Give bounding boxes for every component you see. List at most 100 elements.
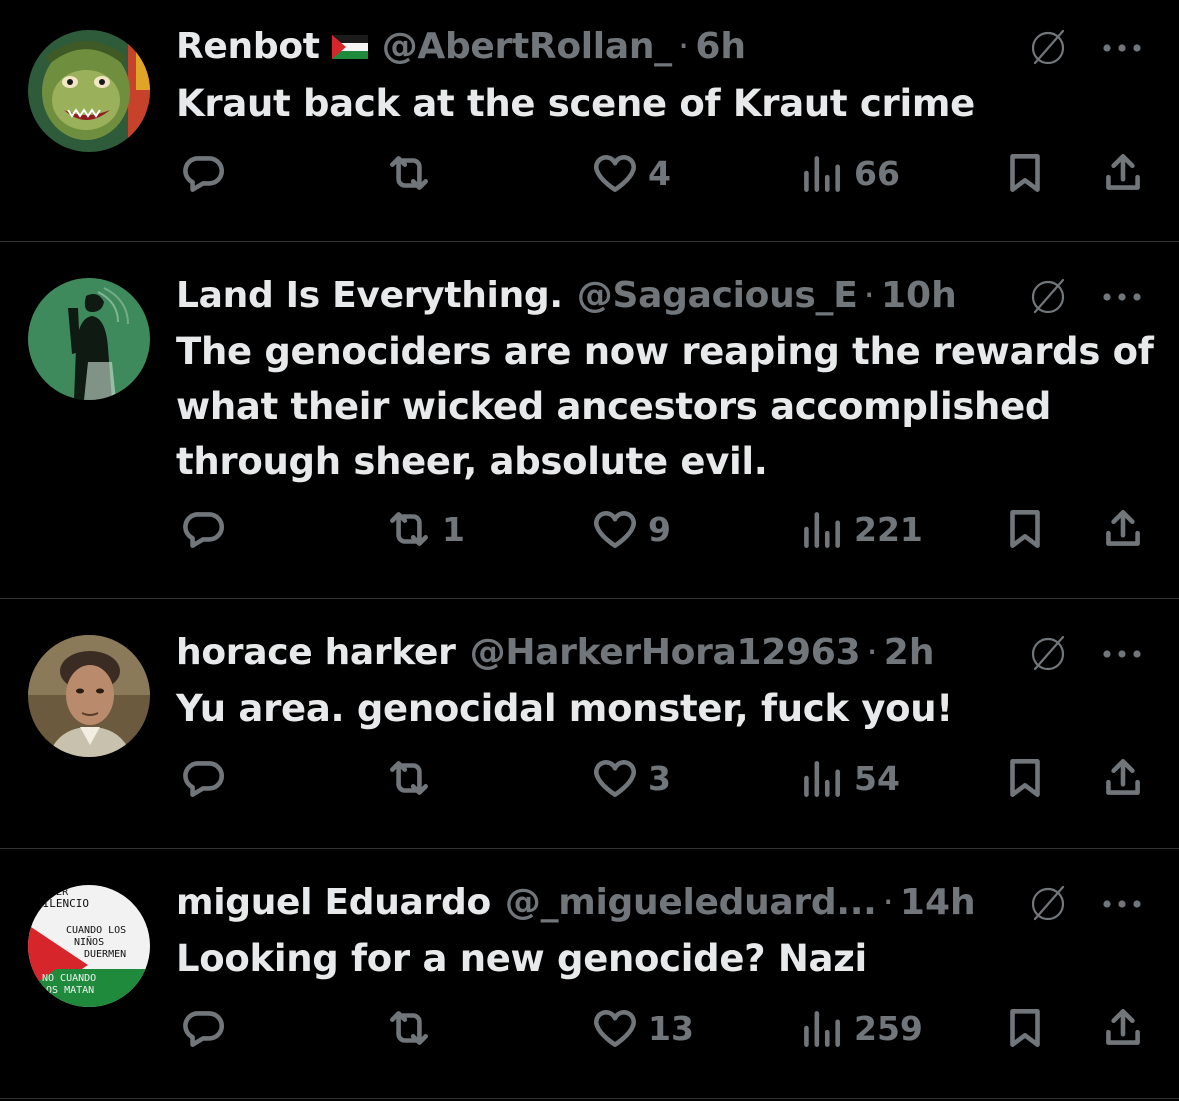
bookmark-button[interactable] (1000, 504, 1050, 554)
user-handle[interactable]: @_migueleduard... (505, 876, 877, 930)
reply-button[interactable] (178, 753, 236, 803)
display-name[interactable]: Renbot (176, 20, 320, 74)
reply-text-line: The genociders are now reaping the rewar… (176, 330, 1154, 373)
views-icon (804, 512, 840, 548)
share-button[interactable] (1098, 753, 1148, 803)
user-handle[interactable]: @HarkerHora12963 (470, 626, 861, 680)
separator-dot: · (866, 632, 878, 673)
reply-button[interactable] (178, 504, 236, 554)
separator-dot: · (677, 26, 690, 67)
reply-miguel-eduardo[interactable]: HACER SILENCIO CUANDO LOS NIÑOS DUERMEN … (0, 849, 1179, 1101)
grok-icon[interactable] (1025, 881, 1071, 927)
share-icon (1106, 510, 1140, 546)
repost-icon (390, 156, 428, 190)
repost-button[interactable] (384, 148, 442, 198)
display-name[interactable]: miguel Eduardo (176, 876, 491, 930)
heart-icon (594, 760, 636, 797)
repost-icon (390, 1011, 428, 1045)
avatar-text: DUERMEN (84, 949, 126, 960)
bookmark-icon (1010, 1009, 1040, 1047)
timestamp[interactable]: 10h (881, 269, 957, 323)
timestamp[interactable]: 14h (900, 876, 976, 930)
user-handle[interactable]: @Sagacious_E (577, 269, 858, 323)
reply-icon (183, 1011, 225, 1047)
reply-horace-harker[interactable]: horace harker @HarkerHora12963 · 2h Yu a… (0, 599, 1179, 848)
share-button[interactable] (1098, 504, 1148, 554)
bookmark-button[interactable] (1000, 148, 1050, 198)
action-bar: 4 66 (0, 148, 1179, 208)
grok-icon[interactable] (1025, 274, 1071, 320)
reply-icon (183, 512, 225, 548)
avatar[interactable] (28, 635, 150, 757)
avatar[interactable] (28, 30, 150, 152)
share-button[interactable] (1098, 148, 1148, 198)
repost-button[interactable] (384, 753, 442, 803)
reply-text-line: what their wicked ancestors accomplished (176, 385, 1052, 428)
avatar-text: CUANDO LOS (66, 925, 126, 936)
user-handle[interactable]: @AbertRollan_ (382, 20, 672, 74)
like-count: 13 (648, 1008, 694, 1048)
repost-icon (390, 761, 428, 795)
view-count: 54 (854, 758, 900, 798)
repost-button[interactable]: 1 (384, 504, 465, 554)
timestamp[interactable]: 2h (884, 626, 935, 680)
views-icon (804, 761, 840, 797)
views-icon (804, 1011, 840, 1047)
like-button[interactable]: 13 (590, 1003, 694, 1053)
share-icon (1106, 154, 1140, 190)
grok-icon[interactable] (1025, 25, 1071, 71)
reply-icon (183, 156, 225, 192)
view-count: 259 (854, 1008, 923, 1048)
view-count: 66 (854, 153, 900, 193)
more-icon[interactable] (1097, 894, 1147, 914)
reply-button[interactable] (178, 148, 236, 198)
views-button[interactable]: 259 (796, 1003, 923, 1053)
reply-icon (183, 761, 225, 797)
like-button[interactable]: 3 (590, 753, 671, 803)
grok-icon[interactable] (1025, 631, 1071, 677)
like-count: 3 (648, 758, 671, 798)
avatar-text: LOS MATAN (40, 985, 94, 996)
views-button[interactable]: 54 (796, 753, 900, 803)
views-button[interactable]: 221 (796, 504, 923, 554)
avatar-image: HACER SILENCIO CUANDO LOS NIÑOS DUERMEN … (28, 885, 150, 1007)
action-bar: 13 259 (0, 1003, 1179, 1063)
like-button[interactable]: 4 (590, 148, 671, 198)
display-name[interactable]: Land Is Everything. (176, 269, 563, 323)
palestine-flag-icon (331, 35, 368, 59)
like-count: 9 (648, 509, 671, 549)
bookmark-icon (1010, 510, 1040, 548)
reply-renbot[interactable]: Renbot @AbertRollan_ · 6h Kraut back at … (0, 0, 1179, 241)
reply-text: Looking for a new genocide? Nazi (176, 937, 867, 980)
avatar[interactable] (28, 278, 150, 400)
bookmark-button[interactable] (1000, 1003, 1050, 1053)
separator-dot: · (863, 275, 875, 316)
repost-button[interactable] (384, 1003, 442, 1053)
avatar-text: NO CUANDO (42, 973, 96, 984)
view-count: 221 (854, 509, 923, 549)
bookmark-button[interactable] (1000, 753, 1050, 803)
share-button[interactable] (1098, 1003, 1148, 1053)
more-icon[interactable] (1097, 38, 1147, 58)
bookmark-icon (1010, 759, 1040, 797)
views-button[interactable]: 66 (796, 148, 900, 198)
reply-text-line: through sheer, absolute evil. (176, 440, 768, 483)
repost-count: 1 (442, 509, 465, 549)
timestamp[interactable]: 6h (695, 20, 746, 74)
views-icon (804, 156, 840, 192)
reply-land-is-everything[interactable]: Land Is Everything. @Sagacious_E · 10h T… (0, 242, 1179, 598)
avatar-text: NIÑOS (74, 935, 104, 948)
reply-button[interactable] (178, 1003, 236, 1053)
avatar-text: SILENCIO (36, 897, 89, 910)
reply-text: Yu area. genocidal monster, fuck you! (176, 687, 953, 730)
avatar[interactable]: HACER SILENCIO CUANDO LOS NIÑOS DUERMEN … (28, 885, 150, 1007)
heart-icon (594, 1010, 636, 1047)
more-icon[interactable] (1097, 644, 1147, 664)
display-name[interactable]: horace harker (176, 626, 456, 680)
reply-text: Kraut back at the scene of Kraut crime (176, 82, 975, 125)
more-icon[interactable] (1097, 287, 1147, 307)
bookmark-icon (1010, 154, 1040, 192)
action-bar: 1 9 221 (0, 504, 1179, 564)
like-button[interactable]: 9 (590, 504, 671, 554)
avatar-image (28, 278, 150, 400)
